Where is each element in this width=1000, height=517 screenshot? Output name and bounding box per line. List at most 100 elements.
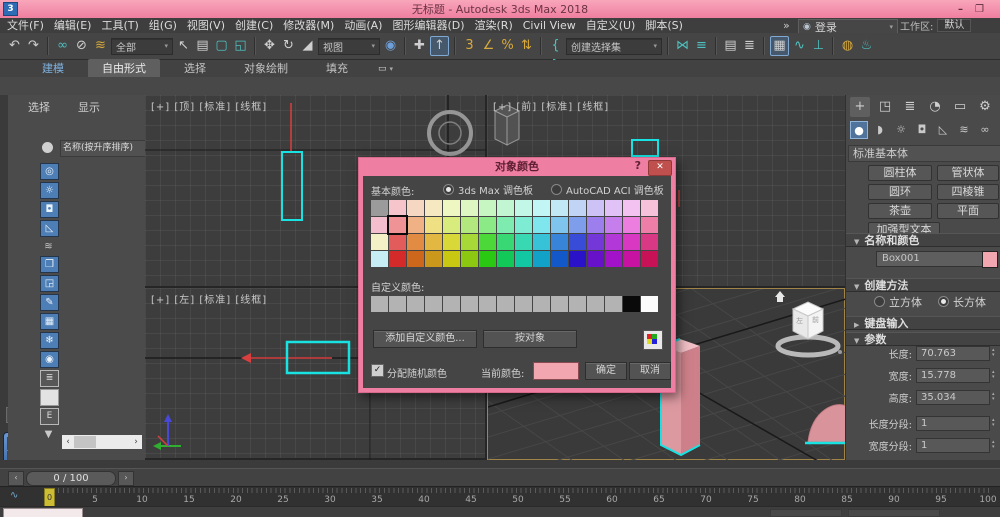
edit-name-icon[interactable]: E — [40, 408, 59, 425]
custom-color-swatch[interactable] — [641, 296, 658, 312]
object-type-button[interactable]: 四棱锥 — [937, 184, 999, 200]
parameter-value-field[interactable]: 15.778 — [916, 367, 990, 383]
bind-to-spacewarp-icon[interactable]: ≋ — [92, 36, 109, 56]
palette-swatch[interactable] — [443, 234, 460, 250]
add-custom-color-button[interactable]: 添加自定义颜色... — [373, 330, 477, 348]
menu-item[interactable]: 编辑(E) — [49, 18, 97, 33]
select-rotate-icon[interactable]: ↻ — [280, 36, 297, 56]
current-frame-marker[interactable]: 0 — [44, 488, 55, 507]
menu-item[interactable]: 工具(T) — [96, 18, 143, 33]
palette-swatch[interactable] — [497, 234, 514, 250]
palette-swatch[interactable] — [605, 234, 622, 250]
palette-swatch[interactable] — [533, 217, 550, 233]
palette-swatch[interactable] — [407, 217, 424, 233]
radio-autocad-palette[interactable]: AutoCAD ACI 调色板 — [551, 182, 664, 197]
palette-swatch[interactable] — [605, 200, 622, 216]
palette-swatch[interactable] — [407, 251, 424, 267]
placement-mode-icon[interactable]: ↑ — [430, 36, 449, 56]
rollout-create-method[interactable]: ▼ 创建方法 — [846, 278, 1000, 292]
filter-hidden-icon[interactable]: ◉ — [40, 351, 59, 368]
systems-category-icon[interactable]: ∞ — [976, 121, 994, 139]
palette-swatch[interactable] — [551, 200, 568, 216]
spinner-control[interactable]: ▴ ▾ — [992, 348, 995, 358]
palette-swatch[interactable] — [605, 251, 622, 267]
palette-swatch[interactable] — [587, 217, 604, 233]
menu-item[interactable]: 修改器(M) — [278, 18, 339, 33]
custom-color-swatch[interactable] — [605, 296, 622, 312]
filter-geometry-icon[interactable]: ◎ — [40, 163, 59, 180]
motion-tab-icon[interactable]: ◔ — [925, 97, 945, 117]
menu-item[interactable]: Civil View — [518, 18, 581, 33]
cameras-category-icon[interactable]: ◘ — [913, 121, 931, 139]
dialog-title[interactable]: 对象颜色 — [359, 158, 675, 176]
ribbon-tab[interactable]: 填充 — [312, 59, 362, 77]
palette-swatch[interactable] — [587, 251, 604, 267]
shapes-category-icon[interactable]: ◗ — [871, 121, 889, 139]
menu-item[interactable]: 创建(C) — [230, 18, 278, 33]
palette-swatch[interactable] — [443, 217, 460, 233]
geometry-category-icon[interactable]: ● — [850, 121, 868, 139]
menu-item[interactable]: 动画(A) — [339, 18, 387, 33]
unlink-selection-icon[interactable]: ⊘ — [73, 36, 90, 56]
mirror-icon[interactable]: ⋈ — [674, 36, 691, 56]
palette-swatch[interactable] — [605, 217, 622, 233]
object-type-dropdown[interactable]: 标准基本体 — [848, 145, 1000, 162]
rectangular-selection-icon[interactable]: ▢ — [213, 36, 230, 56]
palette-swatch[interactable] — [479, 251, 496, 267]
filter-bones-icon[interactable]: ✎ — [40, 294, 59, 311]
palette-swatch[interactable] — [587, 234, 604, 250]
palette-swatch[interactable] — [479, 200, 496, 216]
filter-frozen-icon[interactable]: ❄ — [40, 332, 59, 349]
palette-swatch[interactable] — [389, 251, 406, 267]
palette-swatch[interactable] — [623, 251, 640, 267]
spinner-snap-icon[interactable]: ⇅ — [518, 36, 535, 56]
palette-swatch[interactable] — [497, 200, 514, 216]
object-type-button[interactable]: 圆环 — [868, 184, 932, 200]
helpers-category-icon[interactable]: ◺ — [934, 121, 952, 139]
render-setup-icon[interactable]: ♨ — [858, 36, 875, 56]
sort-indicator-icon[interactable] — [42, 142, 53, 153]
menu-overflow-button[interactable]: » — [783, 18, 790, 33]
palette-swatch[interactable] — [623, 234, 640, 250]
time-slider[interactable]: 0 / 100 — [26, 471, 116, 486]
color-picker-icon[interactable] — [643, 330, 663, 350]
select-by-name-icon[interactable]: ▤ — [194, 36, 211, 56]
palette-swatch[interactable] — [461, 217, 478, 233]
schematic-view-icon[interactable]: ⊥ — [810, 36, 827, 56]
selected-box-wireframe[interactable] — [281, 151, 303, 221]
pink-teapot-part[interactable] — [805, 404, 846, 445]
palette-swatch[interactable] — [425, 200, 442, 216]
palette-swatch[interactable] — [623, 217, 640, 233]
object-name-field[interactable]: Box001 — [876, 251, 983, 267]
palette-swatch[interactable] — [515, 251, 532, 267]
window-crossing-icon[interactable]: ◱ — [232, 36, 249, 56]
palette-swatch[interactable] — [461, 251, 478, 267]
filter-lights-icon[interactable]: ☼ — [40, 182, 59, 199]
scrollbar-thumb[interactable] — [74, 436, 96, 448]
parameter-value-field[interactable]: 35.034 — [916, 389, 990, 405]
rollout-keyboard-entry[interactable]: ▶ 键盘输入 — [846, 316, 1000, 330]
filter-funnel-icon[interactable]: ▼ — [40, 427, 57, 442]
object-type-button[interactable]: 管状体 — [937, 165, 999, 181]
custom-color-swatch[interactable] — [479, 296, 496, 312]
chevron-down-icon[interactable]: ▾ — [390, 65, 394, 73]
palette-swatch[interactable] — [551, 234, 568, 250]
use-pivot-center-icon[interactable]: ◉ — [382, 36, 399, 56]
list-view-icon[interactable]: ≣ — [40, 370, 59, 387]
custom-color-swatch[interactable] — [371, 296, 388, 312]
menu-item[interactable]: 脚本(S) — [640, 18, 688, 33]
palette-swatch[interactable] — [389, 200, 406, 216]
percent-snap-icon[interactable]: % — [499, 36, 516, 56]
palette-swatch[interactable] — [641, 251, 658, 267]
palette-swatch[interactable] — [443, 200, 460, 216]
custom-color-swatch[interactable] — [515, 296, 532, 312]
display-tab-icon[interactable]: ▭ — [950, 97, 970, 117]
tab-select[interactable]: 选择 — [28, 99, 50, 115]
palette-swatch[interactable] — [515, 234, 532, 250]
workspace-value[interactable]: 默认 — [937, 19, 972, 32]
custom-color-swatch[interactable] — [551, 296, 568, 312]
material-editor-icon[interactable]: ◍ — [839, 36, 856, 56]
select-and-link-icon[interactable]: ∞ — [54, 36, 71, 56]
teapot-top-wireframe[interactable] — [427, 110, 473, 156]
custom-color-swatch[interactable] — [425, 296, 442, 312]
